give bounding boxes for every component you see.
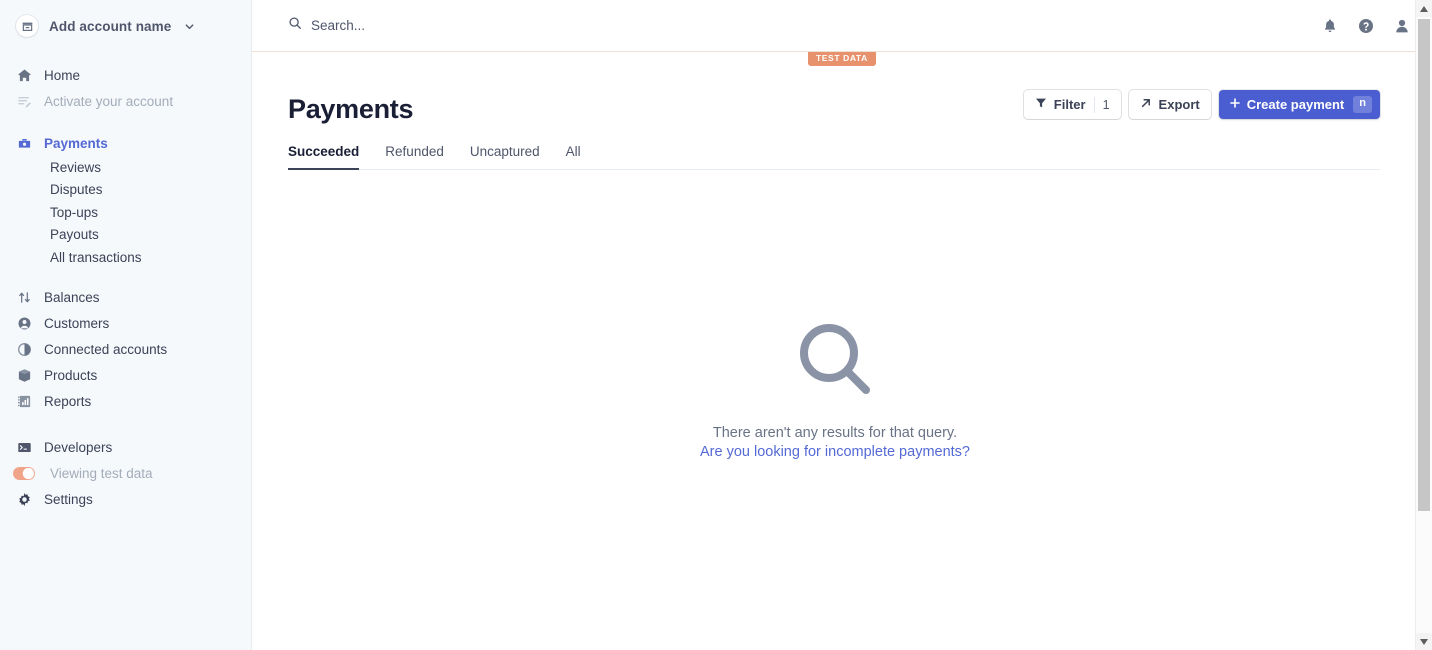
filter-label: Filter — [1053, 97, 1086, 112]
sidebar-subitem-label: Top-ups — [50, 204, 99, 220]
tab-label: Succeeded — [288, 144, 360, 159]
sidebar-item-top-ups[interactable]: Top-ups — [0, 201, 251, 224]
scrollbar-thumb[interactable] — [1418, 19, 1430, 511]
help-circle-icon[interactable] — [1358, 18, 1374, 34]
sidebar-item-label: Home — [44, 67, 81, 83]
sidebar-item-label: Reports — [44, 394, 92, 409]
page-title: Payments — [288, 94, 414, 124]
sidebar-item-developers[interactable]: Developers — [0, 435, 251, 461]
customers-icon — [16, 316, 32, 332]
sidebar-item-activate-your-account[interactable]: Activate your account — [0, 88, 251, 114]
sidebar-item-label: Balances — [44, 290, 100, 305]
sidebar-item-all-transactions[interactable]: All transactions — [0, 246, 251, 269]
topbar-icons — [1322, 18, 1410, 34]
sidebar-item-disputes[interactable]: Disputes — [0, 179, 251, 202]
main-area: TEST DATA Payments Filter 1 — [252, 0, 1432, 650]
sidebar-item-viewing-test-data[interactable]: Viewing test data — [0, 461, 251, 487]
sidebar-item-label: Customers — [44, 316, 110, 331]
connected-accounts-icon — [16, 342, 32, 358]
user-icon[interactable] — [1394, 18, 1410, 34]
sidebar-item-home[interactable]: Home — [0, 62, 251, 88]
bell-icon[interactable] — [1322, 18, 1338, 34]
sidebar-subitem-label: Disputes — [50, 182, 103, 198]
payments-icon — [16, 135, 32, 151]
sidebar-item-connected-accounts[interactable]: Connected accounts — [0, 337, 251, 363]
reports-icon — [16, 394, 32, 410]
developers-icon — [16, 440, 32, 456]
search-input[interactable] — [311, 18, 711, 33]
sidebar-item-settings[interactable]: Settings — [0, 487, 251, 513]
store-icon — [16, 15, 38, 37]
sidebar-item-label: Settings — [44, 492, 93, 507]
app-root: Add account name Home Activate your acco… — [0, 0, 1432, 650]
balances-icon — [16, 290, 32, 306]
export-label: Export — [1158, 97, 1200, 112]
triangle-down-icon — [1420, 638, 1428, 645]
page-actions: Filter 1 Export Create payment n — [1023, 90, 1380, 119]
payments-tabs: Succeeded Refunded Uncaptured All — [288, 143, 1380, 170]
filter-divider — [1093, 96, 1095, 113]
scrollbar-up-button[interactable] — [1416, 0, 1432, 17]
gear-icon — [16, 492, 32, 508]
funnel-icon — [1035, 97, 1047, 112]
filter-button[interactable]: Filter 1 — [1023, 90, 1121, 119]
arrow-up-right-icon — [1140, 97, 1152, 112]
sidebar: Add account name Home Activate your acco… — [0, 0, 252, 650]
sidebar-item-label: Payments — [44, 135, 108, 151]
sidebar-item-reports[interactable]: Reports — [0, 389, 251, 415]
vertical-scrollbar[interactable] — [1415, 0, 1432, 650]
create-payment-shortcut: n — [1353, 96, 1372, 113]
page-header: Payments Filter 1 Export Create payment … — [288, 90, 1380, 123]
sidebar-item-reviews[interactable]: Reviews — [0, 156, 251, 179]
scrollbar-down-button[interactable] — [1416, 633, 1432, 650]
products-icon — [16, 368, 32, 384]
tab-label: All — [565, 144, 581, 159]
sidebar-item-label: Activate your account — [44, 93, 174, 109]
sidebar-item-label: Viewing test data — [50, 466, 153, 481]
triangle-up-icon — [1420, 5, 1428, 12]
sidebar-item-balances[interactable]: Balances — [0, 285, 251, 311]
plus-icon — [1229, 97, 1241, 112]
incomplete-payments-link[interactable]: Are you looking for incomplete payments? — [700, 444, 970, 460]
empty-state-message: There aren't any results for that query. — [712, 425, 958, 441]
sidebar-item-customers[interactable]: Customers — [0, 311, 251, 337]
sidebar-subitem-label: Reviews — [50, 159, 102, 175]
toggle-switch-icon[interactable] — [13, 466, 35, 482]
filter-count: 1 — [1102, 97, 1110, 112]
tab-label: Uncaptured — [469, 144, 540, 159]
empty-state: There aren't any results for that query.… — [288, 322, 1382, 460]
chevron-down-icon — [184, 21, 195, 32]
sidebar-item-payouts[interactable]: Payouts — [0, 224, 251, 247]
home-icon — [16, 67, 32, 83]
page-content: Payments Filter 1 Export Create payment … — [252, 52, 1432, 460]
sidebar-subitem-label: Payouts — [50, 227, 99, 243]
activate-icon — [16, 93, 32, 109]
sidebar-item-label: Developers — [44, 440, 113, 455]
account-switcher[interactable]: Add account name — [0, 0, 251, 52]
account-name-label: Add account name — [49, 18, 172, 34]
create-payment-label: Create payment — [1246, 97, 1345, 112]
sidebar-item-label: Connected accounts — [44, 342, 168, 357]
tab-label: Refunded — [385, 144, 444, 159]
sidebar-subitem-label: All transactions — [50, 249, 142, 265]
tab-succeeded[interactable]: Succeeded — [288, 144, 360, 170]
create-payment-button[interactable]: Create payment n — [1218, 90, 1380, 119]
export-button[interactable]: Export — [1128, 90, 1211, 119]
sidebar-item-label: Products — [44, 368, 98, 383]
search-icon — [288, 16, 302, 35]
search-box[interactable] — [288, 16, 1322, 35]
tab-refunded[interactable]: Refunded — [385, 144, 444, 170]
sidebar-item-products[interactable]: Products — [0, 363, 251, 389]
topbar — [252, 0, 1432, 52]
sidebar-item-payments[interactable]: Payments — [0, 130, 251, 156]
sidebar-nav: Home Activate your account Payments Revi… — [0, 52, 251, 513]
tab-uncaptured[interactable]: Uncaptured — [470, 144, 540, 170]
magnifier-icon — [798, 322, 872, 401]
test-data-banner: TEST DATA — [808, 52, 876, 66]
tab-all[interactable]: All — [566, 144, 581, 170]
